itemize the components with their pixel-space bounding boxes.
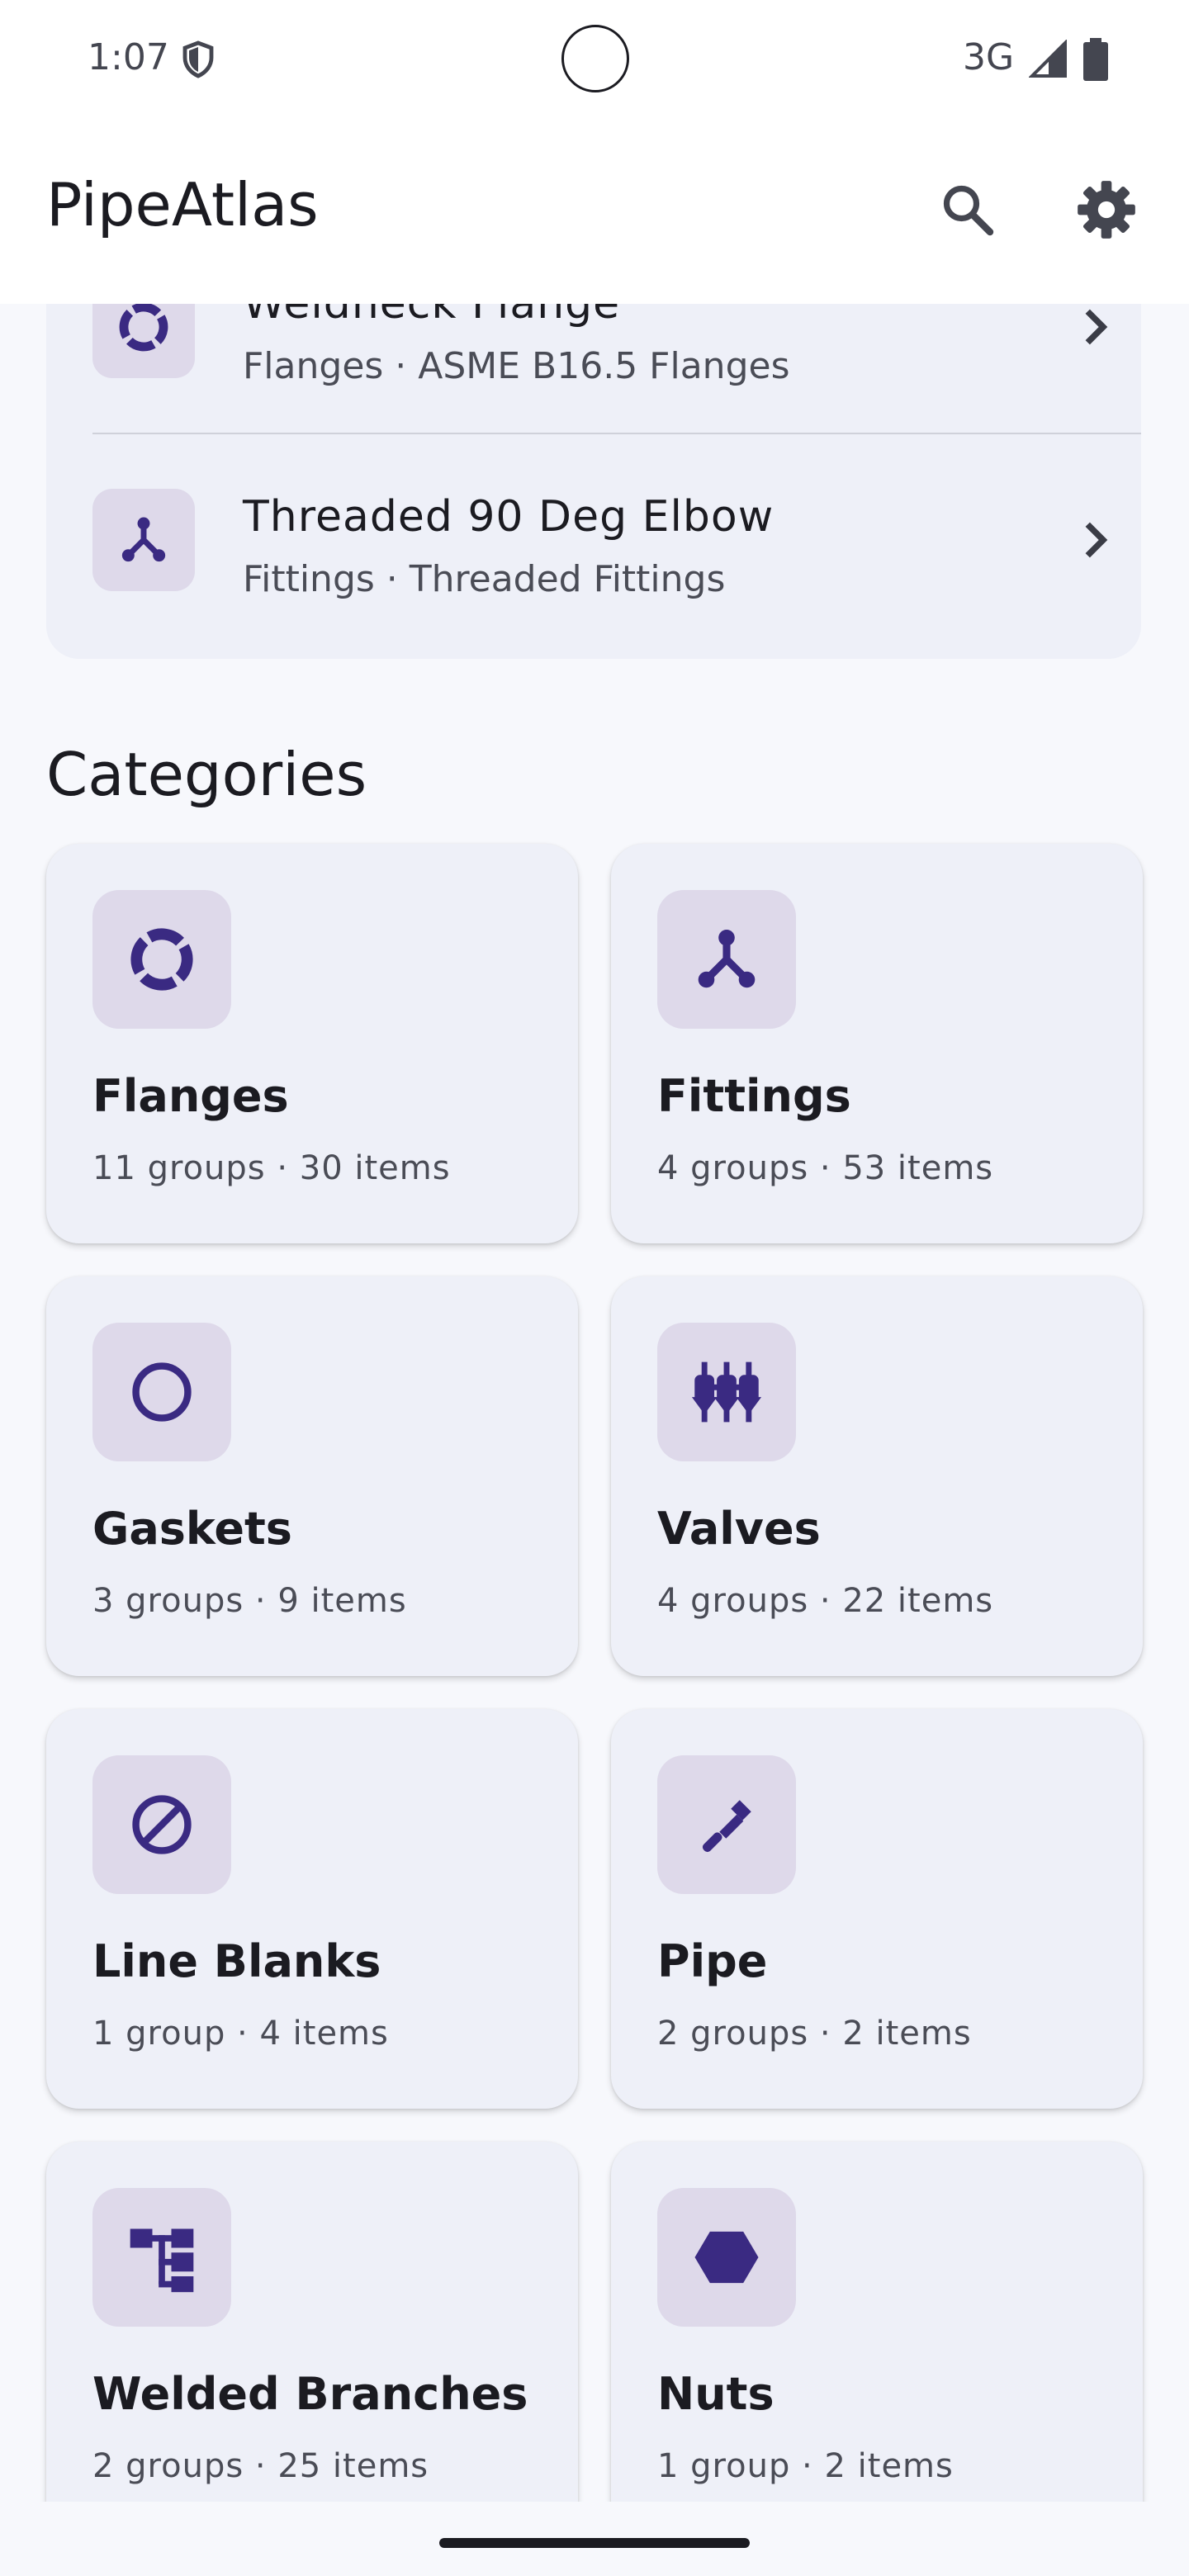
recent-item-title: Threaded 90 Deg Elbow [243,492,775,542]
category-name: Flanges [92,1070,289,1122]
category-card-valves[interactable]: Valves 4 groups · 22 items [611,1276,1143,1676]
network-type: 3G [963,36,1015,78]
category-card-welded-branches[interactable]: Welded Branches 2 groups · 25 items [46,2142,578,2502]
category-name: Gaskets [92,1503,292,1555]
category-card-nuts[interactable]: Nuts 1 group · 2 items [611,2142,1143,2502]
camera-cutout [561,25,629,92]
blank-slash-icon [92,1755,231,1894]
shield-icon [182,40,214,78]
category-name: Fittings [657,1070,851,1122]
chevron-right-icon [1085,309,1108,345]
category-meta: 3 groups · 9 items [92,1582,407,1620]
flange-ring-icon [92,890,231,1029]
category-meta: 1 group · 4 items [92,2015,389,2053]
content-scroll[interactable]: Weldneck Flange Flanges · ASME B16.5 Fla… [0,304,1189,2502]
gear-icon [1078,181,1135,239]
recent-item[interactable]: Threaded 90 Deg Elbow Fittings · Threade… [46,434,1141,646]
category-name: Pipe [657,1935,768,1987]
categories-heading: Categories [46,740,367,809]
category-card-fittings[interactable]: Fittings 4 groups · 53 items [611,844,1143,1243]
fitting-branch-icon [92,489,195,591]
app-bar: PipeAtlas [0,122,1189,304]
fitting-branch-icon [657,890,796,1029]
category-card-pipe[interactable]: Pipe 2 groups · 2 items [611,1709,1143,2109]
category-name: Welded Branches [92,2368,528,2420]
category-name: Line Blanks [92,1935,381,1987]
category-meta: 4 groups · 53 items [657,1149,994,1187]
category-meta: 4 groups · 22 items [657,1582,994,1620]
valve-bank-icon [657,1323,796,1461]
recent-item-subtitle: Fittings · Threaded Fittings [243,558,726,600]
chevron-right-icon [1085,522,1108,558]
search-icon [943,185,994,236]
flange-ring-icon [92,304,195,378]
settings-button[interactable] [1057,160,1156,259]
recent-item-subtitle: Flanges · ASME B16.5 Flanges [243,345,790,387]
category-card-flanges[interactable]: Flanges 11 groups · 30 items [46,844,578,1243]
status-time: 1:07 [88,36,169,78]
gasket-circle-icon [92,1323,231,1461]
category-meta: 2 groups · 2 items [657,2015,972,2053]
hexagon-nut-icon [657,2188,796,2327]
app-title: PipeAtlas [46,170,319,239]
category-meta: 2 groups · 25 items [92,2447,429,2485]
category-card-line-blanks[interactable]: Line Blanks 1 group · 4 items [46,1709,578,2109]
navigation-bar [0,2502,1189,2576]
status-bar: 1:07 3G [0,0,1189,122]
category-name: Valves [657,1503,821,1555]
search-button[interactable] [918,160,1017,259]
home-gesture-handle[interactable] [439,2538,750,2548]
recent-item-title: Weldneck Flange [243,304,621,329]
category-card-gaskets[interactable]: Gaskets 3 groups · 9 items [46,1276,578,1676]
battery-icon [1083,38,1108,81]
recent-item[interactable]: Weldneck Flange Flanges · ASME B16.5 Fla… [46,304,1141,433]
category-meta: 11 groups · 30 items [92,1149,451,1187]
category-name: Nuts [657,2368,775,2420]
pipe-wrench-icon [657,1755,796,1894]
signal-icon [1029,40,1067,78]
category-meta: 1 group · 2 items [657,2447,954,2485]
recent-items-card: Weldneck Flange Flanges · ASME B16.5 Fla… [46,304,1141,659]
branch-tree-icon [92,2188,231,2327]
